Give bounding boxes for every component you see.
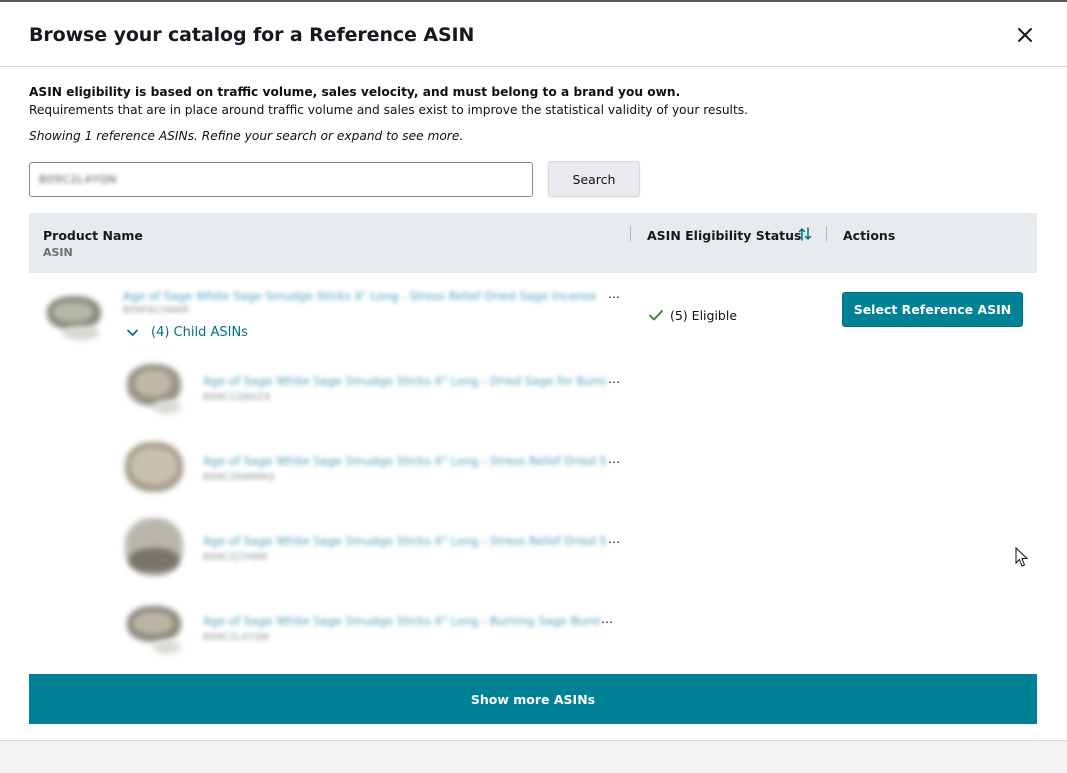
search-button[interactable]: Search [548, 161, 640, 197]
product-thumbnail [43, 288, 105, 344]
show-more-asins-button[interactable]: Show more ASINs [29, 674, 1037, 724]
mouse-cursor-icon [1015, 546, 1029, 568]
close-icon[interactable] [1012, 22, 1038, 48]
column-eligibility-status[interactable]: ASIN Eligibility Status [647, 228, 802, 243]
child-asin: B09C1Q6GZ4 [203, 392, 271, 403]
column-divider [826, 226, 827, 241]
product-thumbnail [123, 518, 185, 576]
search-input[interactable]: B09C2L4YQN [29, 162, 533, 197]
text-ellipsis: … [608, 452, 620, 466]
eligibility-requirement-bold: ASIN eligibility is based on traffic vol… [29, 85, 681, 99]
search-input-value: B09C2L4YQN [39, 173, 117, 186]
eligibility-requirement-text: Requirements that are in place around tr… [29, 103, 748, 117]
child-asin: B09C2J7H8M [203, 552, 268, 563]
parent-product-name-link[interactable]: Age of Sage White Sage Smudge Sticks 4" … [123, 289, 607, 303]
eligibility-status: (5) Eligible [648, 307, 737, 323]
child-asins-label: (4) Child ASINs [151, 324, 248, 340]
column-product-name: Product Name [43, 228, 143, 243]
eligibility-status-text: (5) Eligible [670, 307, 738, 323]
modal-header: Browse your catalog for a Reference ASIN [0, 2, 1067, 67]
text-ellipsis: … [608, 372, 620, 386]
sort-icon[interactable] [798, 226, 812, 242]
chevron-down-icon [127, 329, 138, 336]
parent-asin: B09FKCHN6R [123, 305, 190, 316]
column-asin: ASIN [43, 246, 73, 259]
child-product-name-link[interactable]: Age of Sage White Sage Smudge Sticks 4" … [203, 614, 599, 628]
modal-title: Browse your catalog for a Reference ASIN [29, 24, 475, 46]
select-reference-asin-button[interactable]: Select Reference ASIN [842, 292, 1023, 327]
product-thumbnail [123, 440, 185, 496]
child-product-name-link[interactable]: Age of Sage White Sage Smudge Sticks 4" … [203, 454, 607, 468]
child-asin: B09C2KWMRQ [203, 472, 275, 483]
child-asins-toggle[interactable]: (4) Child ASINs [126, 322, 248, 342]
child-product-name-link[interactable]: Age of Sage White Sage Smudge Sticks 4" … [203, 374, 607, 388]
product-thumbnail [123, 360, 185, 416]
child-product-name-link[interactable]: Age of Sage White Sage Smudge Sticks 4" … [203, 534, 607, 548]
child-asin: B09C2L4YQN [203, 632, 270, 643]
checkmark-icon [649, 310, 663, 321]
table-header: Product Name ASIN ASIN Eligibility Statu… [29, 213, 1037, 273]
column-actions: Actions [843, 228, 896, 243]
text-ellipsis: … [608, 532, 620, 546]
product-thumbnail [123, 600, 185, 656]
text-ellipsis: … [601, 612, 613, 626]
showing-count-text: Showing 1 reference ASINs. Refine your s… [29, 129, 464, 143]
modal-footer [0, 741, 1067, 773]
text-ellipsis: … [608, 287, 620, 301]
column-divider [630, 226, 631, 241]
